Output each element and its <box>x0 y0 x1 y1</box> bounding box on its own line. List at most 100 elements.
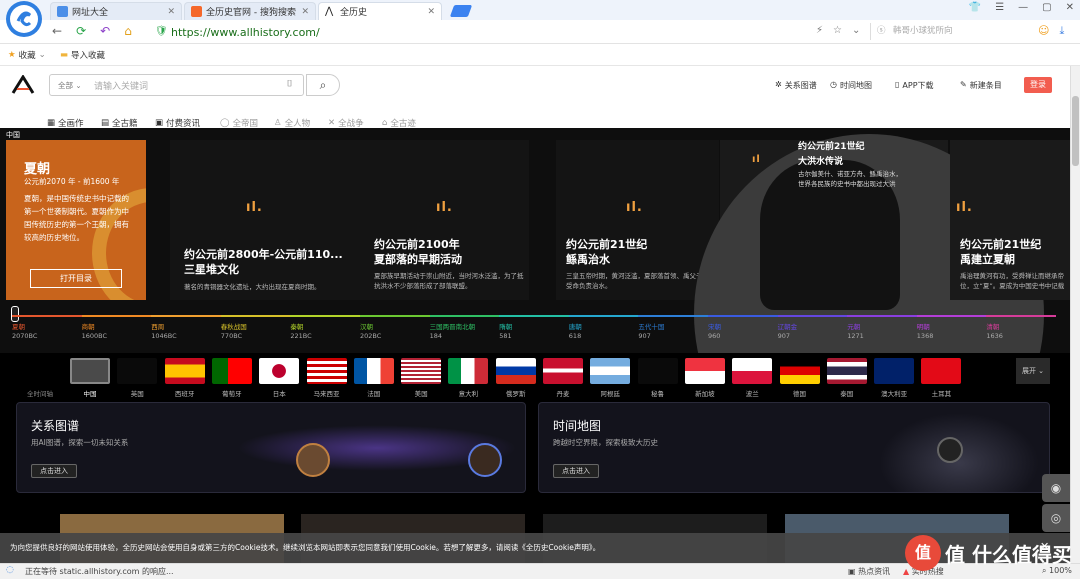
login-button[interactable]: 登录 <box>1024 77 1052 93</box>
country-flag[interactable] <box>590 358 631 384</box>
refresh-icon[interactable]: ⟳ <box>76 24 86 38</box>
header-link-app[interactable]: ▯ APP下载 <box>895 80 934 91</box>
search-scope-select[interactable]: 全部 ⌄ <box>58 80 82 91</box>
timeline-era[interactable]: 明朝 1368 <box>917 323 934 341</box>
minimize-icon[interactable]: — <box>1018 2 1028 13</box>
hot-news[interactable]: ▣ 热点资讯 <box>848 566 890 577</box>
close-icon[interactable]: ✕ <box>427 7 435 17</box>
enter-button[interactable]: 点击进入 <box>31 464 77 478</box>
new-tab-button[interactable] <box>449 5 473 17</box>
timeline-era[interactable]: 商朝 1600BC <box>82 323 107 341</box>
event-card-2[interactable]: ıl. 约公元前2100年 夏部落的早期活动 夏部族早期活动于崇山附近，当时河水… <box>364 140 529 300</box>
bolt-icon[interactable]: ⚡ <box>816 25 823 36</box>
bookmark-import[interactable]: ▬ 导入收藏 <box>60 49 105 61</box>
relation-graph-panel[interactable]: 关系图谱 用AI图谱，探索一切未知关系 点击进入 <box>16 402 526 493</box>
timeline-era[interactable]: 三国两晋南北朝 184 <box>430 323 476 341</box>
browser-search-box[interactable]: ⓢ 韩哥小球犹所向 <box>870 23 1028 40</box>
timeline-era[interactable]: 春秋战国 770BC <box>221 323 247 341</box>
search-input[interactable]: 请输入关键词 <box>94 79 148 92</box>
event-card-5[interactable]: ıl. 约公元前21世纪 禹建立夏朝 禹治理黄河有功，受舜禅让而继承帝位，立“夏… <box>950 140 1070 300</box>
country-flag[interactable] <box>353 358 394 384</box>
timeline-segment[interactable] <box>777 315 848 317</box>
home-icon[interactable]: ⌂ <box>124 24 132 38</box>
header-link-timemap[interactable]: ◷ 时间地图 <box>830 80 872 91</box>
country-flag[interactable] <box>732 358 773 384</box>
timeline-era[interactable]: 宋朝 960 <box>708 323 721 341</box>
menu-icon[interactable]: ☰ <box>995 2 1004 13</box>
header-link-new[interactable]: ✎ 新建条目 <box>960 80 1002 91</box>
chevron-down-icon[interactable]: ⌄ <box>852 25 860 36</box>
vertical-scrollbar[interactable] <box>1070 66 1080 563</box>
country-flag[interactable] <box>211 358 252 384</box>
close-window-icon[interactable]: ✕ <box>1066 2 1074 13</box>
scrollbar-thumb[interactable] <box>1072 96 1079 166</box>
country-flag[interactable] <box>306 358 347 384</box>
timeline-era[interactable]: 清朝 1636 <box>986 323 1003 341</box>
open-catalog-button[interactable]: 打开目录 <box>30 269 122 288</box>
undo-icon[interactable]: ↶ <box>100 24 110 38</box>
timeline-era[interactable]: 隋朝 581 <box>499 323 512 341</box>
timeline-segment[interactable] <box>568 315 639 317</box>
event-card-3[interactable]: ıl. 约公元前21世纪 鲧禹治水 三皇五帝时期，黄河泛滥，夏部落首领、禹父子二… <box>556 140 719 300</box>
timeline-segment[interactable] <box>81 315 152 317</box>
country-flag[interactable] <box>921 358 962 384</box>
tab-2[interactable]: 全历史官网 - 搜狗搜索 ✕ <box>184 2 316 20</box>
timeline-segment[interactable] <box>429 315 500 317</box>
country-flag[interactable] <box>70 358 110 384</box>
country-flag[interactable] <box>684 358 725 384</box>
timeline-segment[interactable] <box>916 315 987 317</box>
star-icon[interactable]: ☆ <box>833 25 842 36</box>
timeline-era[interactable]: 五代十国 907 <box>638 323 664 341</box>
timeline-segment[interactable] <box>638 315 708 317</box>
all-timeline-label[interactable]: 全时间轴 <box>27 388 53 398</box>
timeline-era[interactable]: 夏朝 2070BC <box>12 323 37 341</box>
back-icon[interactable]: ← <box>52 24 62 38</box>
timeline-segment[interactable] <box>708 315 778 317</box>
url-field[interactable]: https://www.allhistory.com/ <box>171 26 320 39</box>
timeline-era[interactable]: 汉朝 202BC <box>360 323 381 341</box>
timeline-segment[interactable] <box>151 315 221 317</box>
country-flag[interactable] <box>874 358 915 384</box>
tab-3[interactable]: ⋀ 全历史 ✕ <box>318 2 442 20</box>
browser-logo-icon[interactable] <box>6 1 42 37</box>
country-flag[interactable] <box>259 358 300 384</box>
timeline-segment[interactable] <box>360 315 430 317</box>
timeline-segment[interactable] <box>847 315 917 317</box>
camera-icon[interactable]: ⌷ <box>287 79 292 89</box>
maximize-icon[interactable]: ▢ <box>1042 2 1051 13</box>
wechat-share-button[interactable]: ◎ <box>1042 504 1070 532</box>
search-button[interactable]: ⌕ <box>306 74 340 96</box>
timeline-segment[interactable] <box>499 315 569 317</box>
skin-icon[interactable]: 👕 <box>969 2 981 13</box>
timeline-era[interactable]: 元朝 1271 <box>847 323 864 341</box>
timeline-segment[interactable] <box>290 315 360 317</box>
event-card-4[interactable]: ıl 约公元前21世纪 大洪水传说 古尔伽美什、诺亚方舟、鲧禹治水，世界各民族的… <box>694 134 1044 353</box>
country-flag[interactable] <box>495 358 536 384</box>
close-icon[interactable]: ✕ <box>167 7 175 17</box>
timeline-era[interactable]: 唐朝 618 <box>569 323 582 341</box>
tab-1[interactable]: 网址大全 ✕ <box>50 2 182 20</box>
timeline-segment[interactable] <box>220 315 291 317</box>
country-flag[interactable] <box>164 358 205 384</box>
timeline-handle[interactable] <box>11 306 19 322</box>
enter-button[interactable]: 点击进入 <box>553 464 599 478</box>
timeline-era[interactable]: 辽朝金 907 <box>778 323 798 341</box>
close-icon[interactable]: ✕ <box>301 7 309 17</box>
country-flag[interactable] <box>779 358 820 384</box>
header-link-graph[interactable]: ✲ 关系图谱 <box>775 80 817 91</box>
weibo-share-button[interactable]: ◉ <box>1042 474 1070 502</box>
country-flag[interactable] <box>448 358 489 384</box>
country-flag[interactable] <box>117 358 158 384</box>
country-flag[interactable] <box>637 358 678 384</box>
timeline-segment[interactable] <box>12 315 82 317</box>
timeline-era[interactable]: 西周 1046BC <box>151 323 176 341</box>
country-flag[interactable] <box>543 358 583 384</box>
timeline-segment[interactable] <box>986 315 1056 317</box>
site-logo-icon[interactable] <box>11 74 35 98</box>
face-icon[interactable]: ☺ <box>1038 24 1049 38</box>
download-icon[interactable]: ⤓ <box>1059 24 1064 38</box>
bookmark-favorites[interactable]: ★ 收藏 ⌄ <box>8 49 46 61</box>
time-map-panel[interactable]: 时间地图 跨越时空界限，探索极致大历史 点击进入 <box>538 402 1050 493</box>
event-card-1[interactable]: ıl. 约公元前2800年-公元前110... 三星堆文化 著名的青铜器文化遗址… <box>170 140 364 300</box>
expand-button[interactable]: 展开 ⌄ <box>1016 358 1050 384</box>
